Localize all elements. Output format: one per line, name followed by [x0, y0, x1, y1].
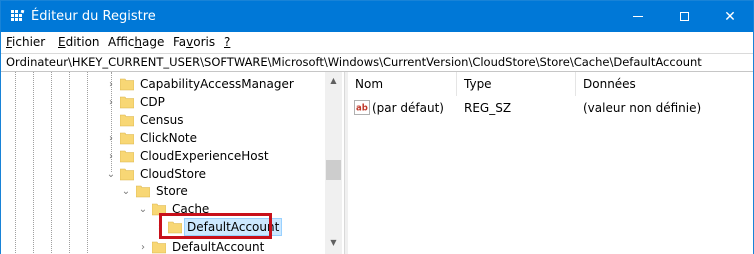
tree-node[interactable]: › CloudExperienceHost	[1, 147, 321, 165]
tree-node-label: DefaultAccount	[172, 240, 265, 254]
maximize-icon	[679, 12, 689, 21]
column-header-data[interactable]: Données	[576, 72, 753, 96]
folder-icon	[152, 241, 166, 254]
tree-scrollbar[interactable]: ▲ ▼	[325, 72, 342, 254]
folder-open-icon	[136, 185, 150, 198]
folder-icon	[120, 150, 134, 163]
chevron-right-icon[interactable]: ›	[105, 76, 117, 92]
highlight-annotation	[159, 213, 272, 239]
chevron-right-icon[interactable]: ›	[105, 130, 117, 146]
value-name: (par défaut)	[372, 101, 444, 115]
tree-node[interactable]: › ClickNote	[1, 129, 321, 147]
tree-node-label: CloudStore	[140, 167, 206, 181]
chevron-down-icon[interactable]: ⌄	[105, 166, 117, 182]
list-header: Nom Type Données	[348, 72, 753, 96]
tree-node[interactable]: Census	[1, 111, 321, 129]
menu-edition[interactable]: Edition	[58, 35, 100, 50]
close-icon: ✕	[724, 8, 736, 25]
tree-node-label: Store	[156, 184, 188, 198]
chevron-right-icon[interactable]: ›	[105, 148, 117, 164]
window-title: Éditeur du Registre	[31, 9, 156, 24]
chevron-right-icon[interactable]: ›	[105, 94, 117, 110]
address-bar[interactable]: Ordinateur\HKEY_CURRENT_USER\SOFTWARE\Mi…	[1, 53, 753, 72]
address-path: Ordinateur\HKEY_CURRENT_USER\SOFTWARE\Mi…	[6, 55, 702, 69]
column-header-type[interactable]: Type	[457, 72, 576, 96]
registry-editor-window: Éditeur du Registre ✕ Fichier Edition Af…	[0, 0, 754, 254]
minimize-icon	[633, 16, 643, 17]
close-button[interactable]: ✕	[707, 1, 753, 32]
tree-node[interactable]: › DefaultAccount	[1, 238, 321, 254]
registry-editor-icon	[11, 10, 25, 21]
tree-node-label: CDP	[140, 95, 165, 109]
tree-node-label: CloudExperienceHost	[140, 149, 269, 163]
value-type: REG_SZ	[464, 101, 512, 115]
tree-node[interactable]: ⌄ CloudStore	[1, 165, 321, 183]
scroll-down-icon[interactable]: ▼	[325, 234, 342, 251]
minimize-button[interactable]	[615, 1, 661, 32]
folder-icon	[120, 114, 134, 127]
menu-bar: Fichier Edition Affichage Favoris ?	[1, 32, 753, 53]
chevron-down-icon[interactable]: ⌄	[137, 201, 149, 217]
menu-affichage[interactable]: Affichage	[108, 35, 164, 50]
tree-node-label: ClickNote	[140, 131, 197, 145]
title-bar: Éditeur du Registre ✕	[1, 1, 753, 32]
table-row[interactable]: ab (par défaut) REG_SZ (valeur non défin…	[348, 99, 753, 117]
folder-icon	[120, 96, 134, 109]
tree-node-label: Census	[140, 113, 184, 127]
menu-help[interactable]: ?	[224, 35, 230, 50]
menu-fichier[interactable]: Fichier	[6, 35, 45, 50]
tree-node[interactable]: › CDP	[1, 93, 321, 111]
svg-text:ab: ab	[356, 104, 368, 114]
chevron-right-icon[interactable]: ›	[137, 239, 149, 254]
menu-favoris[interactable]: Favoris	[173, 35, 215, 50]
tree-node[interactable]: › CapabilityAccessManager	[1, 75, 321, 93]
scrollbar-thumb[interactable]	[326, 160, 341, 180]
folder-open-icon	[120, 168, 134, 181]
folder-icon	[120, 132, 134, 145]
maximize-button[interactable]	[661, 1, 707, 32]
value-data: (valeur non définie)	[583, 101, 702, 115]
values-list: Nom Type Données ab (par défaut) REG_SZ …	[348, 72, 753, 254]
string-value-ab-icon: ab	[354, 100, 370, 115]
scroll-up-icon[interactable]: ▲	[325, 72, 342, 89]
column-header-name[interactable]: Nom	[348, 72, 457, 96]
tree-node[interactable]: ⌄ Store	[1, 182, 321, 200]
tree-node-label: CapabilityAccessManager	[140, 77, 294, 91]
chevron-down-icon[interactable]: ⌄	[120, 183, 132, 199]
folder-icon	[120, 78, 134, 91]
